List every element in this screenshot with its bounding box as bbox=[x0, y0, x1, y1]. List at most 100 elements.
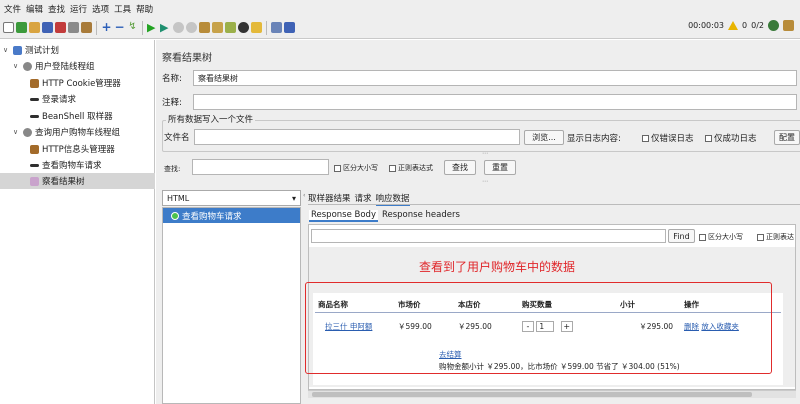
name-field[interactable]: 察看结果树 bbox=[193, 70, 797, 86]
case-sensitive-checkbox[interactable]: 区分大小写 bbox=[334, 163, 378, 173]
pencil-icon bbox=[30, 163, 39, 167]
pencil-icon bbox=[30, 97, 39, 101]
tree-node-cookie-manager[interactable]: HTTP Cookie管理器 bbox=[30, 75, 127, 91]
configure-button[interactable]: 配置 bbox=[774, 130, 800, 145]
warning-icon[interactable] bbox=[728, 21, 739, 30]
regex-label: 正则表达式 bbox=[398, 164, 433, 172]
response-subtabs: Response Body Response headers bbox=[309, 210, 460, 222]
tree-node-login-thread-group[interactable]: ∨ 用户登陆线程组 bbox=[13, 58, 101, 74]
tree-node-header-manager[interactable]: HTTP信息头管理器 bbox=[30, 141, 121, 157]
menu-options[interactable]: 选项 bbox=[92, 3, 109, 15]
start-no-pause-icon[interactable]: ▶ bbox=[160, 22, 171, 33]
help-icon[interactable] bbox=[284, 22, 295, 33]
highlight-box bbox=[305, 282, 772, 374]
toolbar-separator bbox=[266, 20, 267, 35]
test-plan-icon bbox=[13, 45, 22, 55]
stop-icon[interactable] bbox=[173, 22, 184, 33]
checkbox-box[interactable] bbox=[757, 233, 764, 241]
toolbar-separator bbox=[96, 20, 97, 35]
reset-search-icon[interactable] bbox=[251, 22, 262, 33]
response-case-checkbox[interactable]: 区分大小写 bbox=[699, 232, 743, 242]
clear-icon[interactable] bbox=[212, 22, 223, 33]
checkbox-box[interactable] bbox=[705, 135, 712, 142]
tree-node-result-tree[interactable]: 察看结果树 bbox=[0, 173, 155, 189]
response-find-button[interactable]: Find bbox=[668, 229, 695, 243]
menu-search[interactable]: 查找 bbox=[48, 3, 65, 15]
copy-icon[interactable] bbox=[68, 22, 79, 33]
test-plan-tree: ∨ 测试计划 ∨ 用户登陆线程组 HTTP Cookie管理器 登录请求 Bea… bbox=[0, 40, 155, 404]
horizontal-scrollbar[interactable] bbox=[308, 390, 796, 398]
menu-tools[interactable]: 工具 bbox=[114, 3, 131, 15]
save-icon[interactable] bbox=[42, 22, 53, 33]
remote-start-icon[interactable] bbox=[199, 22, 210, 33]
comment-label: 注释: bbox=[162, 98, 182, 108]
renderer-value: HTML bbox=[167, 193, 190, 203]
checkbox-box[interactable] bbox=[334, 164, 341, 172]
comment-field[interactable] bbox=[193, 94, 797, 110]
chevron-down-icon[interactable]: ▾ bbox=[292, 194, 296, 203]
cut-icon[interactable] bbox=[55, 22, 66, 33]
tree-node-login-request[interactable]: 登录请求 bbox=[30, 91, 82, 107]
success-only-checkbox[interactable]: 仅成功日志 bbox=[705, 132, 757, 144]
find-button[interactable]: 查找 bbox=[444, 160, 476, 175]
status-area: 00:00:03 0 0/2 bbox=[688, 20, 794, 31]
renderer-select[interactable]: HTML ▾ bbox=[162, 190, 301, 206]
thread-count: 0/2 bbox=[751, 21, 764, 30]
tree-node-cart-request[interactable]: 查看购物车请求 bbox=[30, 157, 108, 173]
tools-icon bbox=[30, 78, 39, 88]
tree-node-cart-thread-group[interactable]: ∨ 查询用户购物车线程组 bbox=[13, 124, 126, 140]
response-regex-checkbox[interactable]: 正则表达 bbox=[757, 232, 794, 242]
function-helper-icon[interactable] bbox=[271, 22, 282, 33]
checkbox-box[interactable] bbox=[642, 135, 649, 142]
new-icon[interactable] bbox=[3, 22, 14, 33]
regex-checkbox[interactable]: 正则表达式 bbox=[389, 163, 433, 173]
templates-icon[interactable] bbox=[16, 22, 27, 33]
tab-response-body[interactable]: Response Body bbox=[309, 210, 378, 222]
search-input[interactable] bbox=[192, 159, 329, 175]
start-icon[interactable]: ▶ bbox=[147, 22, 158, 33]
name-value: 察看结果树 bbox=[198, 73, 238, 83]
toggle-icon[interactable]: ↯ bbox=[127, 22, 138, 33]
toolbar-separator bbox=[142, 20, 143, 35]
response-find-input[interactable] bbox=[311, 229, 666, 243]
checkbox-box[interactable] bbox=[699, 233, 706, 241]
menu-file[interactable]: 文件 bbox=[4, 3, 21, 15]
menu-help[interactable]: 帮助 bbox=[136, 3, 153, 15]
expand-icon[interactable]: + bbox=[101, 21, 112, 33]
tab-response-headers[interactable]: Response headers bbox=[382, 210, 460, 222]
search-icon[interactable] bbox=[238, 22, 249, 33]
list-item[interactable]: 查看购物车请求 bbox=[163, 208, 300, 223]
paste-icon[interactable] bbox=[81, 22, 92, 33]
split-divider[interactable]: ⋯ bbox=[482, 178, 488, 185]
gear-icon bbox=[23, 61, 32, 71]
tree-node-beanshell[interactable]: BeanShell 取样器 bbox=[30, 108, 119, 124]
log-content-label: 显示日志内容: bbox=[567, 134, 621, 144]
open-icon[interactable] bbox=[29, 22, 40, 33]
split-divider[interactable]: ⋯ bbox=[482, 150, 488, 157]
collapse-icon[interactable]: − bbox=[114, 21, 125, 33]
chevron-down-icon[interactable]: ∨ bbox=[13, 128, 20, 136]
clear-all-icon[interactable] bbox=[225, 22, 236, 33]
tools-icon bbox=[30, 144, 39, 154]
broom-icon[interactable] bbox=[783, 20, 794, 31]
annotation-text: 查看到了用户购物车中的数据 bbox=[419, 260, 576, 274]
chevron-down-icon[interactable]: ∨ bbox=[13, 62, 20, 70]
filename-input[interactable] bbox=[194, 129, 520, 145]
chevron-down-icon[interactable]: ∨ bbox=[3, 46, 10, 54]
menu-run[interactable]: 运行 bbox=[70, 3, 87, 15]
scrollbar-thumb[interactable] bbox=[312, 392, 752, 397]
remote-icon bbox=[768, 20, 779, 31]
sample-result-list: 查看购物车请求 bbox=[162, 207, 301, 404]
tree-label: HTTP信息头管理器 bbox=[42, 145, 115, 155]
checkbox-box[interactable] bbox=[389, 164, 396, 172]
tab-divider bbox=[308, 204, 800, 205]
tree-node-test-plan[interactable]: ∨ 测试计划 bbox=[3, 42, 65, 58]
errors-only-checkbox[interactable]: 仅错误日志 bbox=[642, 132, 694, 144]
toolbar: + − ↯ ▶ ▶ bbox=[0, 17, 800, 39]
name-label: 名称: bbox=[162, 74, 182, 84]
menu-edit[interactable]: 编辑 bbox=[26, 3, 43, 15]
file-section-title: 所有数据写入一个文件 bbox=[166, 113, 256, 125]
browse-button[interactable]: 浏览... bbox=[524, 130, 564, 145]
reset-button[interactable]: 重置 bbox=[484, 160, 516, 175]
shutdown-icon[interactable] bbox=[186, 22, 197, 33]
